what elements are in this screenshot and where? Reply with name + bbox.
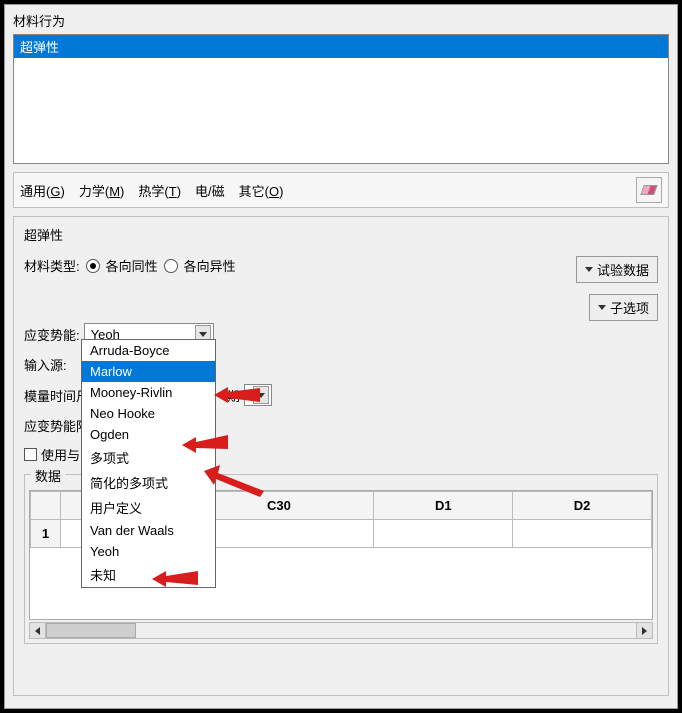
hyperelastic-panel: 超弹性 材料类型: 各向同性 各向异性 试验数据 子选项 应变势能: Yeoh	[13, 216, 669, 696]
use-with-checkbox[interactable]	[24, 448, 37, 461]
dropdown-item[interactable]: Marlow	[82, 361, 215, 382]
test-data-label: 试验数据	[597, 260, 649, 279]
material-type-row: 材料类型: 各向同性 各向异性 试验数据 子选项	[24, 256, 658, 275]
chevron-down-icon	[257, 393, 265, 398]
suboption-button[interactable]: 子选项	[589, 294, 658, 321]
col-d2: D2	[513, 492, 652, 520]
radio-anisotropic[interactable]	[164, 259, 178, 273]
tab-mechanics[interactable]: 力学(M)	[79, 181, 125, 200]
strain-energy-dropdown-list[interactable]: Arruda-BoyceMarlowMooney-RivlinNeo Hooke…	[81, 339, 216, 588]
dropdown-item[interactable]: Ogden	[82, 424, 215, 445]
dropdown-item[interactable]: Mooney-Rivlin	[82, 382, 215, 403]
col-d1: D1	[374, 492, 513, 520]
eraser-icon	[640, 185, 658, 195]
dropdown-item[interactable]: 简化的多项式	[82, 470, 215, 495]
scroll-thumb[interactable]	[46, 623, 136, 638]
radio-anisotropic-label: 各向异性	[184, 256, 236, 275]
chevron-left-icon	[35, 627, 40, 635]
tab-other-label: 其它	[239, 184, 265, 199]
dropdown-item[interactable]: 多项式	[82, 445, 215, 470]
tab-thermal[interactable]: 热学(T)	[138, 181, 181, 200]
scroll-left-button[interactable]	[30, 623, 46, 638]
dropdown-item[interactable]: Yeoh	[82, 541, 215, 562]
scroll-track[interactable]	[46, 623, 636, 638]
use-with-label: 使用与	[41, 445, 80, 464]
tab-general[interactable]: 通用(G)	[20, 181, 65, 200]
strain-energy-label: 应变势能:	[24, 325, 80, 344]
behavior-label: 材料行为	[5, 5, 677, 34]
chevron-down-icon	[199, 332, 207, 337]
radio-isotropic[interactable]	[86, 259, 100, 273]
radio-isotropic-label: 各向同性	[106, 256, 158, 275]
material-type-label: 材料类型:	[24, 256, 80, 275]
category-tabs: 通用(G) 力学(M) 热学(T) 电/磁 其它(O)	[13, 172, 669, 208]
tab-mechanics-label: 力学	[79, 184, 105, 199]
module-time-partial: 期	[227, 386, 240, 405]
scroll-right-button[interactable]	[636, 623, 652, 638]
panel-title: 超弹性	[24, 225, 658, 244]
material-editor-window: 材料行为 超弹性 通用(G) 力学(M) 热学(T) 电/磁 其它(O) 超弹性…	[4, 4, 678, 709]
dropdown-item[interactable]: Arruda-Boyce	[82, 340, 215, 361]
table-corner	[31, 492, 61, 520]
combo-button[interactable]	[253, 386, 269, 404]
module-time-label: 模量时间尺	[24, 386, 89, 405]
row-header-1: 1	[31, 520, 61, 548]
test-data-button[interactable]: 试验数据	[576, 256, 658, 283]
cell[interactable]	[513, 520, 652, 548]
suboption-label: 子选项	[610, 298, 649, 317]
chevron-right-icon	[642, 627, 647, 635]
tab-general-key: G	[50, 184, 60, 199]
delete-button[interactable]	[636, 177, 662, 203]
strain-energy-limit-label: 应变势能阶	[24, 416, 89, 435]
dropdown-item[interactable]: Neo Hooke	[82, 403, 215, 424]
tab-mechanics-key: M	[109, 184, 120, 199]
behavior-list[interactable]: 超弹性	[13, 34, 669, 164]
tab-thermal-label: 热学	[138, 184, 164, 199]
tab-general-label: 通用	[20, 184, 46, 199]
tab-other[interactable]: 其它(O)	[239, 181, 284, 200]
dropdown-item[interactable]: 未知	[82, 562, 215, 587]
tab-other-key: O	[269, 184, 279, 199]
behavior-item-hyperelastic[interactable]: 超弹性	[14, 35, 668, 58]
dropdown-item[interactable]: Van der Waals	[82, 520, 215, 541]
dropdown-item[interactable]: 用户定义	[82, 495, 215, 520]
cell[interactable]	[374, 520, 513, 548]
module-time-combo[interactable]	[244, 384, 272, 406]
horizontal-scrollbar[interactable]	[29, 622, 653, 639]
data-group-label: 数据	[31, 466, 65, 485]
tab-thermal-key: T	[169, 184, 177, 199]
chevron-down-icon	[585, 267, 593, 272]
chevron-down-icon	[598, 305, 606, 310]
tab-electro[interactable]: 电/磁	[195, 181, 225, 200]
input-source-label: 输入源:	[24, 355, 67, 374]
